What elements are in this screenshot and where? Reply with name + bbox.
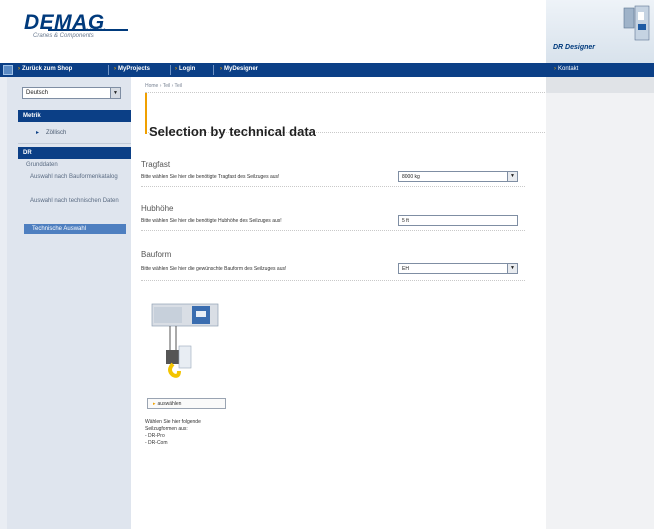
sidebar-item-active[interactable]: Technische Auswahl — [24, 224, 126, 234]
nav-separator — [213, 65, 214, 75]
chevron-down-icon[interactable]: ▼ — [507, 264, 517, 273]
field-description: Bitte wählen Sie hier die benötigte Trag… — [141, 174, 280, 180]
note-line: - DR-Com — [145, 440, 168, 446]
field-title: Hubhöhe — [141, 204, 174, 213]
sidebar-item-basic-data[interactable]: Grunddaten — [18, 161, 131, 169]
nav-separator — [170, 65, 171, 75]
header: DEMAG •••••• Cranes & Components — [0, 0, 546, 63]
bullet-icon: ▸ — [36, 130, 40, 136]
field-title: Tragfast — [141, 160, 171, 169]
capacity-select[interactable]: 8000 kg ▼ — [398, 171, 518, 182]
breadcrumb: Home › Teil › Teil — [145, 83, 183, 89]
note-line: Seilzugformen aus: — [145, 426, 188, 432]
arrow-right-icon: ▸ — [153, 401, 156, 407]
rope-hoist-image[interactable] — [148, 302, 223, 382]
field-title: Bauform — [141, 250, 172, 259]
dr-designer-banner: DR Designer — [546, 0, 654, 63]
right-subbar — [546, 77, 654, 93]
field-lift-height: Hubhöhe Bitte wählen Sie hier die benöti… — [141, 204, 525, 231]
accent-bar — [145, 93, 147, 134]
main-content: Home › Teil › Teil Tragfast Bitte wählen… — [131, 77, 546, 529]
sidebar-item-imperial[interactable]: ▸ Zöllisch — [18, 129, 131, 136]
chevron-down-icon[interactable]: ▼ — [507, 172, 517, 181]
design-select[interactable]: EH ▼ — [398, 263, 518, 274]
dr-designer-title: DR Designer — [553, 44, 596, 51]
nav-back-to-shop[interactable]: › Zurück zum Shop — [18, 66, 72, 72]
sidebar-heading-metric[interactable]: Metrik — [18, 110, 131, 122]
lift-height-input[interactable]: 5 ft — [398, 215, 518, 226]
choose-button[interactable]: ▸ auswählen — [147, 398, 226, 409]
logo-tagline: Cranes & Components — [33, 33, 94, 39]
field-capacity: Tragfast Bitte wählen Sie hier die benöt… — [141, 160, 525, 187]
nav-contact[interactable]: › Kontakt — [554, 66, 578, 72]
nav-arrow-icon: › — [220, 66, 222, 72]
chevron-down-icon[interactable]: ▼ — [110, 88, 120, 98]
home-icon[interactable] — [3, 65, 13, 75]
language-select[interactable]: Deutsch ▼ — [22, 87, 121, 99]
sidebar-item-by-catalog[interactable]: Auswahl nach Bauformenkatalog — [18, 173, 131, 181]
sidebar-divider — [18, 143, 131, 144]
nav-arrow-icon: › — [175, 66, 177, 72]
note-line: Wählen Sie hier folgende — [145, 419, 201, 425]
field-description: Bitte wählen Sie hier die benötigte Hubh… — [141, 218, 282, 224]
hoist-image-icon — [623, 5, 650, 41]
sidebar-strip — [0, 77, 7, 529]
nav-arrow-icon: › — [114, 66, 116, 72]
nav-arrow-icon: › — [18, 66, 20, 72]
sidebar-heading-dr[interactable]: DR — [18, 147, 131, 159]
nav-myprojects[interactable]: › MyProjects — [114, 66, 150, 72]
note-line: - DR-Pro — [145, 433, 165, 439]
nav-login[interactable]: › Login — [175, 66, 195, 72]
nav-arrow-icon: › — [554, 66, 556, 72]
field-design: Bauform Bitte wählen Sie hier die gewüns… — [141, 250, 525, 281]
field-description: Bitte wählen Sie hier die gewünschte Bau… — [141, 266, 287, 272]
top-nav: › Zurück zum Shop › MyProjects › Login › MyD… — [0, 63, 546, 77]
right-sidebar — [546, 93, 654, 529]
left-sidebar: Deutsch ▼ Metrik ▸ Zöllisch DR Grunddaten… — [0, 77, 131, 529]
nav-mydesigner[interactable]: › MyDesigner — [220, 66, 258, 72]
page-title: Selection by technical data — [149, 124, 316, 139]
sidebar-item-by-technical-data[interactable]: Auswahl nach technischen Daten — [18, 197, 131, 205]
product-note: Wählen Sie hier folgende Seilzugformen a… — [145, 419, 245, 447]
right-nav: › Kontakt — [546, 63, 654, 77]
nav-separator — [108, 65, 109, 75]
